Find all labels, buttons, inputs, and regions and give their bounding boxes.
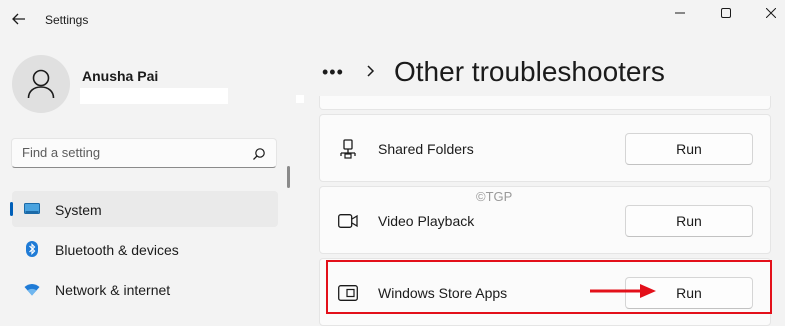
troubleshooter-card-shared-folders: Shared Folders Run (319, 114, 771, 182)
troubleshooter-card-video-playback: Video Playback Run (319, 186, 771, 254)
maximize-icon (721, 8, 731, 18)
minimize-icon (675, 12, 685, 14)
sidebar-item-label: Network & internet (55, 282, 171, 298)
avatar[interactable] (12, 55, 70, 113)
troubleshooter-label: Shared Folders (378, 141, 474, 157)
monitor-icon (24, 201, 40, 217)
chevron-right-icon (367, 65, 375, 77)
red-arrow-icon (590, 284, 656, 298)
highlight-box (326, 260, 772, 314)
maximize-button[interactable] (709, 3, 743, 23)
minimize-button[interactable] (663, 3, 697, 23)
watermark: ©TGP (476, 189, 513, 204)
redacted-mark (296, 95, 304, 103)
user-name: Anusha Pai (82, 68, 159, 84)
breadcrumb-more-button[interactable]: ••• (322, 62, 344, 83)
sidebar-item-label: Bluetooth & devices (55, 242, 179, 258)
sidebar-item-system[interactable]: System (10, 191, 278, 227)
wifi-icon (24, 281, 40, 297)
run-button[interactable]: Run (625, 133, 753, 165)
bluetooth-icon (24, 241, 40, 257)
sidebar-item-network[interactable]: Network & internet (12, 271, 278, 307)
sidebar-item-bluetooth[interactable]: Bluetooth & devices (12, 231, 278, 267)
redacted-email (80, 88, 228, 104)
title-bar: Settings (0, 0, 785, 40)
back-button[interactable] (8, 8, 30, 30)
shared-folder-icon (338, 139, 358, 159)
app-title: Settings (45, 13, 89, 27)
sidebar: Anusha Pai System Bluetooth & devices (0, 40, 304, 317)
troubleshooter-label: Video Playback (378, 213, 475, 229)
search-input[interactable] (22, 145, 242, 160)
close-button[interactable] (754, 3, 785, 23)
page-title: Other troubleshooters (394, 56, 665, 87)
card-partial (319, 96, 771, 110)
search-box[interactable] (11, 138, 277, 168)
close-icon (766, 8, 776, 18)
search-icon[interactable] (252, 147, 266, 161)
selection-indicator (10, 202, 13, 216)
sidebar-scrollbar[interactable] (287, 166, 290, 188)
back-arrow-icon (12, 13, 25, 25)
user-icon (27, 69, 55, 99)
video-camera-icon (338, 211, 358, 231)
run-button[interactable]: Run (625, 205, 753, 237)
sidebar-item-label: System (55, 202, 102, 218)
